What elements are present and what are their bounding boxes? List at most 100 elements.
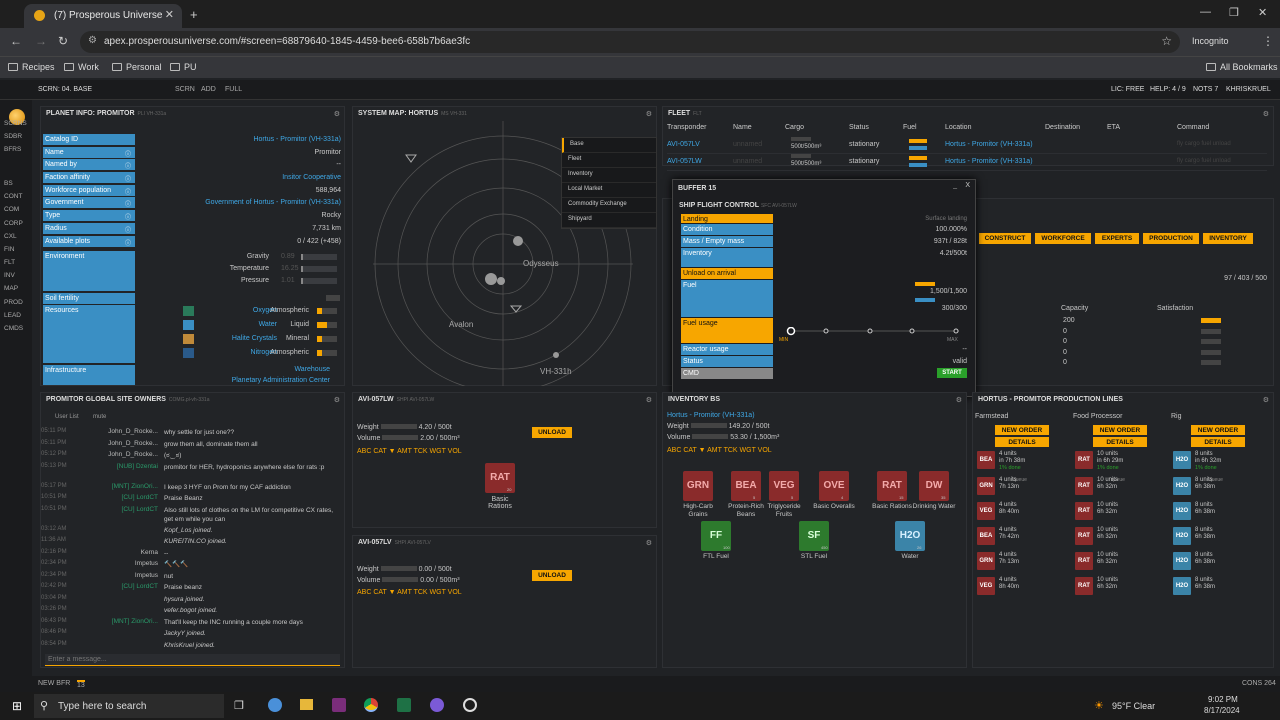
- unload-button[interactable]: UNLOAD: [532, 570, 572, 581]
- info-icon[interactable]: ⓘ: [125, 199, 131, 208]
- nav-scrns[interactable]: SCRNS: [4, 120, 27, 127]
- base-tab-experts[interactable]: EXPERTS: [1095, 233, 1139, 244]
- resource-row[interactable]: Water Liquid: [179, 319, 339, 333]
- fleet-column-header[interactable]: Cargo: [785, 124, 804, 131]
- username[interactable]: KHRISKRUEL: [1226, 86, 1271, 93]
- nav-cxl[interactable]: CXL: [4, 233, 17, 240]
- settings-icon[interactable]: ⚙: [956, 396, 962, 404]
- site-info-icon[interactable]: ⚙: [88, 35, 97, 46]
- order-material-h2o[interactable]: H2O: [1173, 527, 1191, 545]
- fleet-row[interactable]: AVI-057LV unnamed 500t/500m³ stationary Hort…: [667, 137, 1267, 154]
- nav-prod[interactable]: PROD: [4, 299, 23, 306]
- map-menu-item[interactable]: Inventory: [562, 168, 656, 183]
- taskbar-search[interactable]: ⚲ Type here to search: [34, 694, 224, 718]
- fuel-usage-slider[interactable]: [783, 327, 963, 341]
- nav-sdbr[interactable]: SDBR: [4, 133, 22, 140]
- fleet-column-header[interactable]: Status: [849, 124, 869, 131]
- planet-info-value[interactable]: Hortus - Promitor (VH-331a): [253, 136, 341, 143]
- order-material-h2o[interactable]: H2O: [1173, 502, 1191, 520]
- base-tab-inventory[interactable]: INVENTORY: [1203, 233, 1253, 244]
- bookmark-pu[interactable]: PU: [170, 62, 197, 72]
- map-label-avalon[interactable]: Avalon: [449, 320, 473, 329]
- fleet-commands[interactable]: fly cargo fuel unload: [1177, 158, 1231, 164]
- chat-author[interactable]: John_D_Rocke...: [108, 428, 158, 435]
- fleet-commands[interactable]: fly cargo fuel unload: [1177, 141, 1231, 147]
- map-marker-icon[interactable]: [405, 154, 417, 163]
- settings-icon[interactable]: ⚙: [334, 396, 340, 404]
- map-label-vh331h[interactable]: VH-331h: [540, 367, 572, 376]
- fleet-row[interactable]: AVI-057LW unnamed 500t/500m³ stationary Hort…: [667, 154, 1267, 171]
- chat-author[interactable]: Kerna: [141, 549, 158, 556]
- mute-tab[interactable]: mute: [93, 414, 106, 420]
- fleet-column-header[interactable]: Destination: [1045, 124, 1080, 131]
- material-ove[interactable]: OVE: [819, 471, 849, 501]
- map-menu-item[interactable]: Fleet: [562, 153, 656, 168]
- settings-icon[interactable]: ⚙: [334, 110, 340, 118]
- nav-corp[interactable]: CORP: [4, 220, 23, 227]
- fleet-location[interactable]: Hortus - Promitor (VH-331a): [945, 158, 1033, 165]
- map-menu-item[interactable]: Base: [562, 138, 656, 153]
- license-label[interactable]: LIC: FREE: [1111, 86, 1144, 93]
- order-material-h2o[interactable]: H2O: [1173, 451, 1191, 469]
- settings-icon[interactable]: ⚙: [646, 539, 652, 547]
- order-material-h2o[interactable]: H2O: [1173, 552, 1191, 570]
- order-material-veg[interactable]: VEG: [977, 577, 995, 595]
- info-icon[interactable]: ⓘ: [125, 174, 131, 183]
- nav-cmds[interactable]: CMDS: [4, 325, 23, 332]
- all-bookmarks[interactable]: All Bookmarks: [1206, 62, 1278, 72]
- resource-row[interactable]: Nitrogen Atmospheric: [179, 347, 339, 361]
- new-order-button[interactable]: NEW ORDER: [1093, 425, 1147, 435]
- infra-warehouse[interactable]: Warehouse: [294, 366, 330, 373]
- scrn-button[interactable]: SCRN: [175, 86, 195, 93]
- clock-date[interactable]: 8/17/2024: [1204, 706, 1240, 715]
- app-icon[interactable]: [332, 698, 346, 712]
- nav-bs[interactable]: BS: [4, 180, 13, 187]
- menu-icon[interactable]: ⋮: [1262, 34, 1274, 48]
- info-icon[interactable]: ⓘ: [125, 187, 131, 196]
- order-material-h2o[interactable]: H2O: [1173, 477, 1191, 495]
- chat-author[interactable]: Impetus: [135, 560, 158, 567]
- fleet-column-header[interactable]: Name: [733, 124, 752, 131]
- unload-button[interactable]: UNLOAD: [532, 427, 572, 438]
- details-button[interactable]: DETAILS: [1191, 437, 1245, 447]
- map-label-odysseus[interactable]: Odysseus: [523, 259, 559, 268]
- close-buffer-icon[interactable]: X: [965, 182, 970, 189]
- incognito-label[interactable]: Incognito: [1192, 36, 1229, 46]
- chat-author[interactable]: John_D_Rocke...: [108, 451, 158, 458]
- new-order-button[interactable]: NEW ORDER: [995, 425, 1049, 435]
- settings-icon[interactable]: ⚙: [646, 110, 652, 118]
- material-veg[interactable]: VEG: [769, 471, 799, 501]
- clock-time[interactable]: 9:02 PM: [1208, 695, 1238, 704]
- settings-icon[interactable]: ⚙: [646, 396, 652, 404]
- nav-bfrs[interactable]: BFRS: [4, 146, 21, 153]
- app-icon[interactable]: [430, 698, 444, 712]
- chat-input[interactable]: [45, 654, 340, 666]
- base-tab-workforce[interactable]: WORKFORCE: [1035, 233, 1091, 244]
- forward-icon[interactable]: →: [35, 34, 47, 48]
- address-bar[interactable]: ⚙ apex.prosperousuniverse.com/#screen=68…: [80, 31, 1180, 53]
- material-grn[interactable]: GRN: [683, 471, 713, 501]
- sort-bar[interactable]: ABC CAT ▼ AMT TCK WGT VOL: [357, 448, 462, 455]
- windows-start-icon[interactable]: ⊞: [12, 699, 22, 713]
- nav-lead[interactable]: LEAD: [4, 312, 21, 319]
- order-material-veg[interactable]: VEG: [977, 502, 995, 520]
- fleet-transponder[interactable]: AVI-057LW: [667, 158, 702, 165]
- inventory-location[interactable]: Hortus - Promitor (VH-331a): [667, 412, 755, 419]
- info-icon[interactable]: ⓘ: [125, 161, 131, 170]
- order-material-rat[interactable]: RAT: [1075, 451, 1093, 469]
- chat-author[interactable]: [CU] LordCT: [122, 583, 158, 590]
- fleet-location[interactable]: Hortus - Promitor (VH-331a): [945, 141, 1033, 148]
- order-material-h2o[interactable]: H2O: [1173, 577, 1191, 595]
- base-tab-production[interactable]: PRODUCTION: [1143, 233, 1199, 244]
- nav-flt[interactable]: FLT: [4, 259, 15, 266]
- chat-author[interactable]: John_D_Rocke...: [108, 440, 158, 447]
- reload-icon[interactable]: ↻: [58, 34, 68, 48]
- order-material-grn[interactable]: GRN: [977, 477, 995, 495]
- sort-bar[interactable]: ABC CAT ▼ AMT TCK WGT VOL: [667, 447, 772, 454]
- weather-text[interactable]: 95°F Clear: [1112, 701, 1155, 711]
- bookmark-work[interactable]: Work: [64, 62, 99, 72]
- info-icon[interactable]: ⓘ: [125, 238, 131, 247]
- map-menu-item[interactable]: Shipyard: [562, 213, 656, 228]
- nav-fin[interactable]: FIN: [4, 246, 14, 253]
- notifications-label[interactable]: NOTS 7: [1193, 86, 1218, 93]
